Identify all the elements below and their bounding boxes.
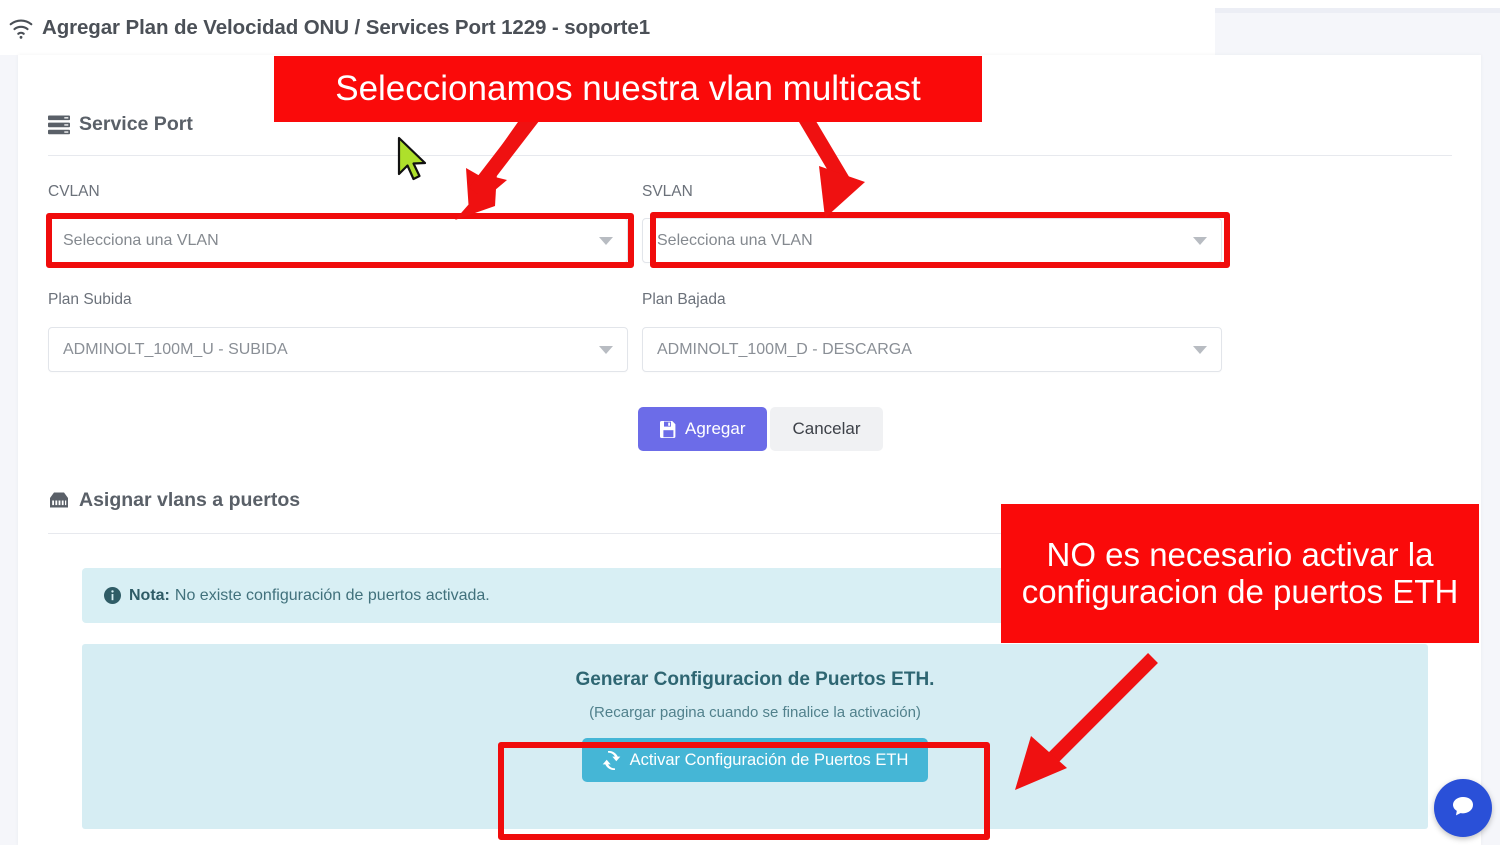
select-svlan-value: Selecciona una VLAN: [657, 231, 813, 249]
service-port-heading: Service Port: [48, 113, 193, 136]
app-screen: Agregar Plan de Velocidad ONU / Services…: [0, 0, 1500, 845]
ports-section-heading: Asignar vlans a puertos: [48, 489, 300, 512]
activar-eth-button-label: Activar Configuración de Puertos ETH: [629, 750, 909, 769]
label-plan-bajada: Plan Bajada: [642, 291, 726, 308]
label-svlan: SVLAN: [642, 183, 693, 200]
cancelar-button[interactable]: Cancelar: [770, 407, 883, 451]
select-cvlan-value: Selecciona una VLAN: [63, 231, 219, 249]
annotation-vlan-text: Seleccionamos nuestra vlan multicast: [335, 69, 921, 109]
label-cvlan: CVLAN: [48, 183, 100, 200]
annotation-eth-callout: NO es necesario activar la configuracion…: [1001, 504, 1479, 643]
eth-panel-title: Generar Configuracion de Puertos ETH.: [575, 669, 935, 690]
chat-widget-button[interactable]: [1434, 779, 1492, 837]
ethernet-port-icon: [48, 491, 70, 511]
browser-top-strip-shadow: [1215, 8, 1500, 13]
activar-eth-button[interactable]: Activar Configuración de Puertos ETH: [581, 738, 929, 782]
cancelar-button-label: Cancelar: [792, 419, 861, 438]
eth-panel-subtitle: (Recargar pagina cuando se finalice la a…: [589, 704, 921, 721]
select-plan-bajada-value: ADMINOLT_100M_D - DESCARGA: [657, 340, 912, 358]
ports-section-heading-label: Asignar vlans a puertos: [79, 489, 301, 511]
chevron-down-icon: [1193, 345, 1207, 354]
chevron-down-icon: [599, 236, 613, 245]
save-icon: [660, 420, 677, 438]
chevron-down-icon: [599, 345, 613, 354]
annotation-eth-text: NO es necesario activar la configuracion…: [1021, 535, 1459, 610]
select-cvlan[interactable]: Selecciona una VLAN: [48, 218, 628, 263]
annotation-vlan-callout: Seleccionamos nuestra vlan multicast: [274, 56, 982, 122]
agregar-button[interactable]: Agregar: [638, 407, 768, 451]
eth-config-panel: Generar Configuracion de Puertos ETH. (R…: [82, 644, 1428, 829]
agregar-button-label: Agregar: [685, 419, 746, 438]
select-svlan[interactable]: Selecciona una VLAN: [642, 218, 1222, 263]
page-header: Agregar Plan de Velocidad ONU / Services…: [0, 0, 1215, 55]
wifi-icon: [8, 15, 34, 41]
select-plan-bajada[interactable]: ADMINOLT_100M_D - DESCARGA: [642, 327, 1222, 372]
chevron-down-icon: [1193, 236, 1207, 245]
main-card: Service Port CVLAN Selecciona una VLAN S…: [18, 55, 1481, 845]
refresh-icon: [602, 750, 621, 770]
page-title: Agregar Plan de Velocidad ONU / Services…: [42, 15, 650, 39]
note-alert-text: No existe configuración de puertos activ…: [174, 586, 490, 604]
chat-bubble-icon: [1450, 793, 1476, 824]
form-actions: Agregar Cancelar: [638, 407, 883, 451]
select-plan-subida-value: ADMINOLT_100M_U - SUBIDA: [63, 340, 288, 358]
info-circle-icon: [104, 587, 121, 604]
note-alert-strong: Nota:: [129, 586, 170, 604]
server-stack-icon: [48, 115, 70, 135]
divider-service-port: [48, 155, 1452, 156]
select-plan-subida[interactable]: ADMINOLT_100M_U - SUBIDA: [48, 327, 628, 372]
service-port-heading-label: Service Port: [79, 113, 193, 135]
label-plan-subida: Plan Subida: [48, 291, 132, 308]
